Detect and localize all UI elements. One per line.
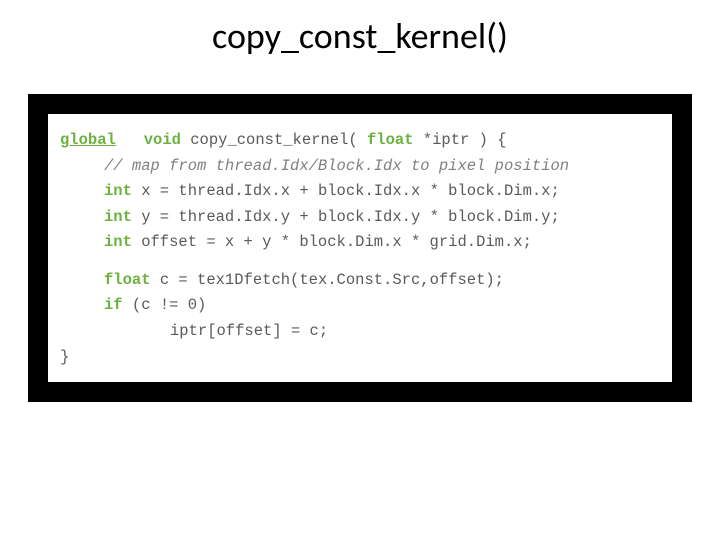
y-lhs: y = [132,208,179,226]
slide-title: copy_const_kernel() [0,14,720,58]
code-line-assign: iptr[offset] = c; [60,319,660,345]
keyword-int-offset: int [104,233,132,251]
code-line-comment: // map from thread.Idx/Block.Idx to pixe… [60,154,660,180]
if-condition: (c != 0) [123,296,207,314]
keyword-int-x: int [104,182,132,200]
comment-text: // map from thread.Idx/Block.Idx to pixe… [104,157,569,175]
code-block-outer: global void copy_const_kernel( float *ip… [28,94,692,402]
code-line-offset: int offset = x + y * block.Dim.x * grid.… [60,230,660,256]
code-block: global void copy_const_kernel( float *ip… [46,112,674,384]
code-line-c: float c = tex1Dfetch(tex.Const.Src,offse… [60,268,660,294]
c-lhs: c = [151,271,198,289]
x-lhs: x = [132,182,179,200]
x-rhs: thread.Idx.x + block.Idx.x * block.Dim.x… [178,182,559,200]
code-line-brace: } [60,345,660,371]
closing-brace: } [60,348,69,366]
keyword-global: global [60,131,116,149]
offset-rhs: x + y * block.Dim.x * grid.Dim.x; [225,233,532,251]
code-line-x: int x = thread.Idx.x + block.Idx.x * blo… [60,179,660,205]
keyword-int-y: int [104,208,132,226]
function-name: copy_const_kernel( [181,131,367,149]
keyword-if: if [104,296,123,314]
code-line-if: if (c != 0) [60,293,660,319]
y-rhs: thread.Idx.y + block.Idx.y * block.Dim.y… [178,208,559,226]
keyword-float-param: float [367,131,414,149]
offset-lhs: offset = [132,233,225,251]
c-rhs: tex1Dfetch(tex.Const.Src,offset); [197,271,504,289]
keyword-void: void [144,131,181,149]
keyword-float-c: float [104,271,151,289]
blank-line [60,256,660,268]
code-line-signature: global void copy_const_kernel( float *ip… [60,128,660,154]
signature-rest: *iptr ) { [413,131,506,149]
assignment: iptr[offset] = c; [170,322,328,340]
slide: copy_const_kernel() global void copy_con… [0,0,720,540]
code-line-y: int y = thread.Idx.y + block.Idx.y * blo… [60,205,660,231]
